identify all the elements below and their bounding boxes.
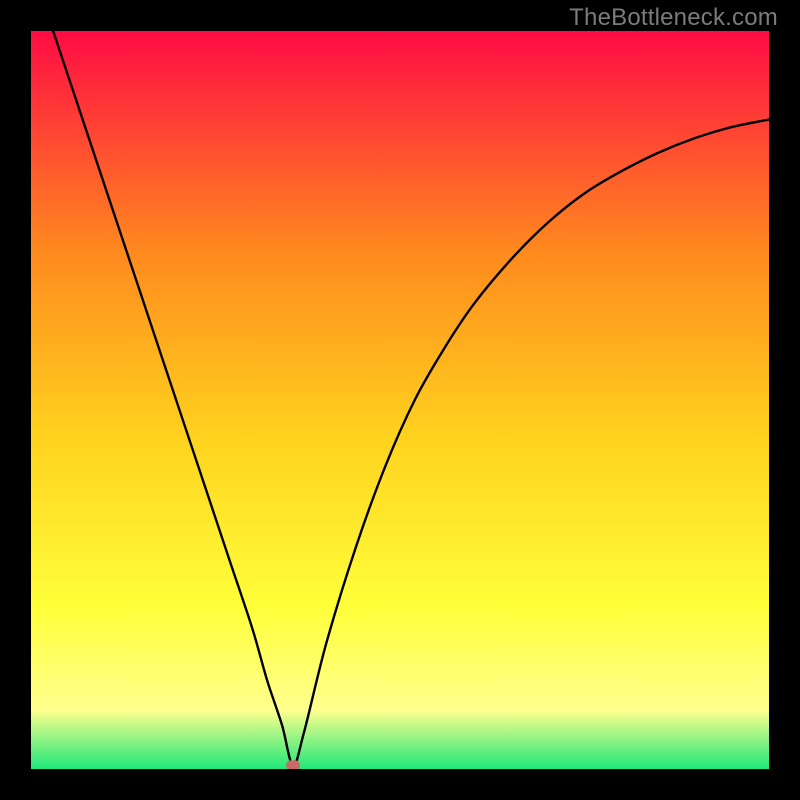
- plot-area: [31, 31, 769, 769]
- watermark-text: TheBottleneck.com: [569, 4, 778, 32]
- chart-frame: TheBottleneck.com: [0, 0, 800, 800]
- gradient-background: [31, 31, 769, 769]
- minimum-marker: [286, 760, 300, 769]
- chart-svg: [31, 31, 769, 769]
